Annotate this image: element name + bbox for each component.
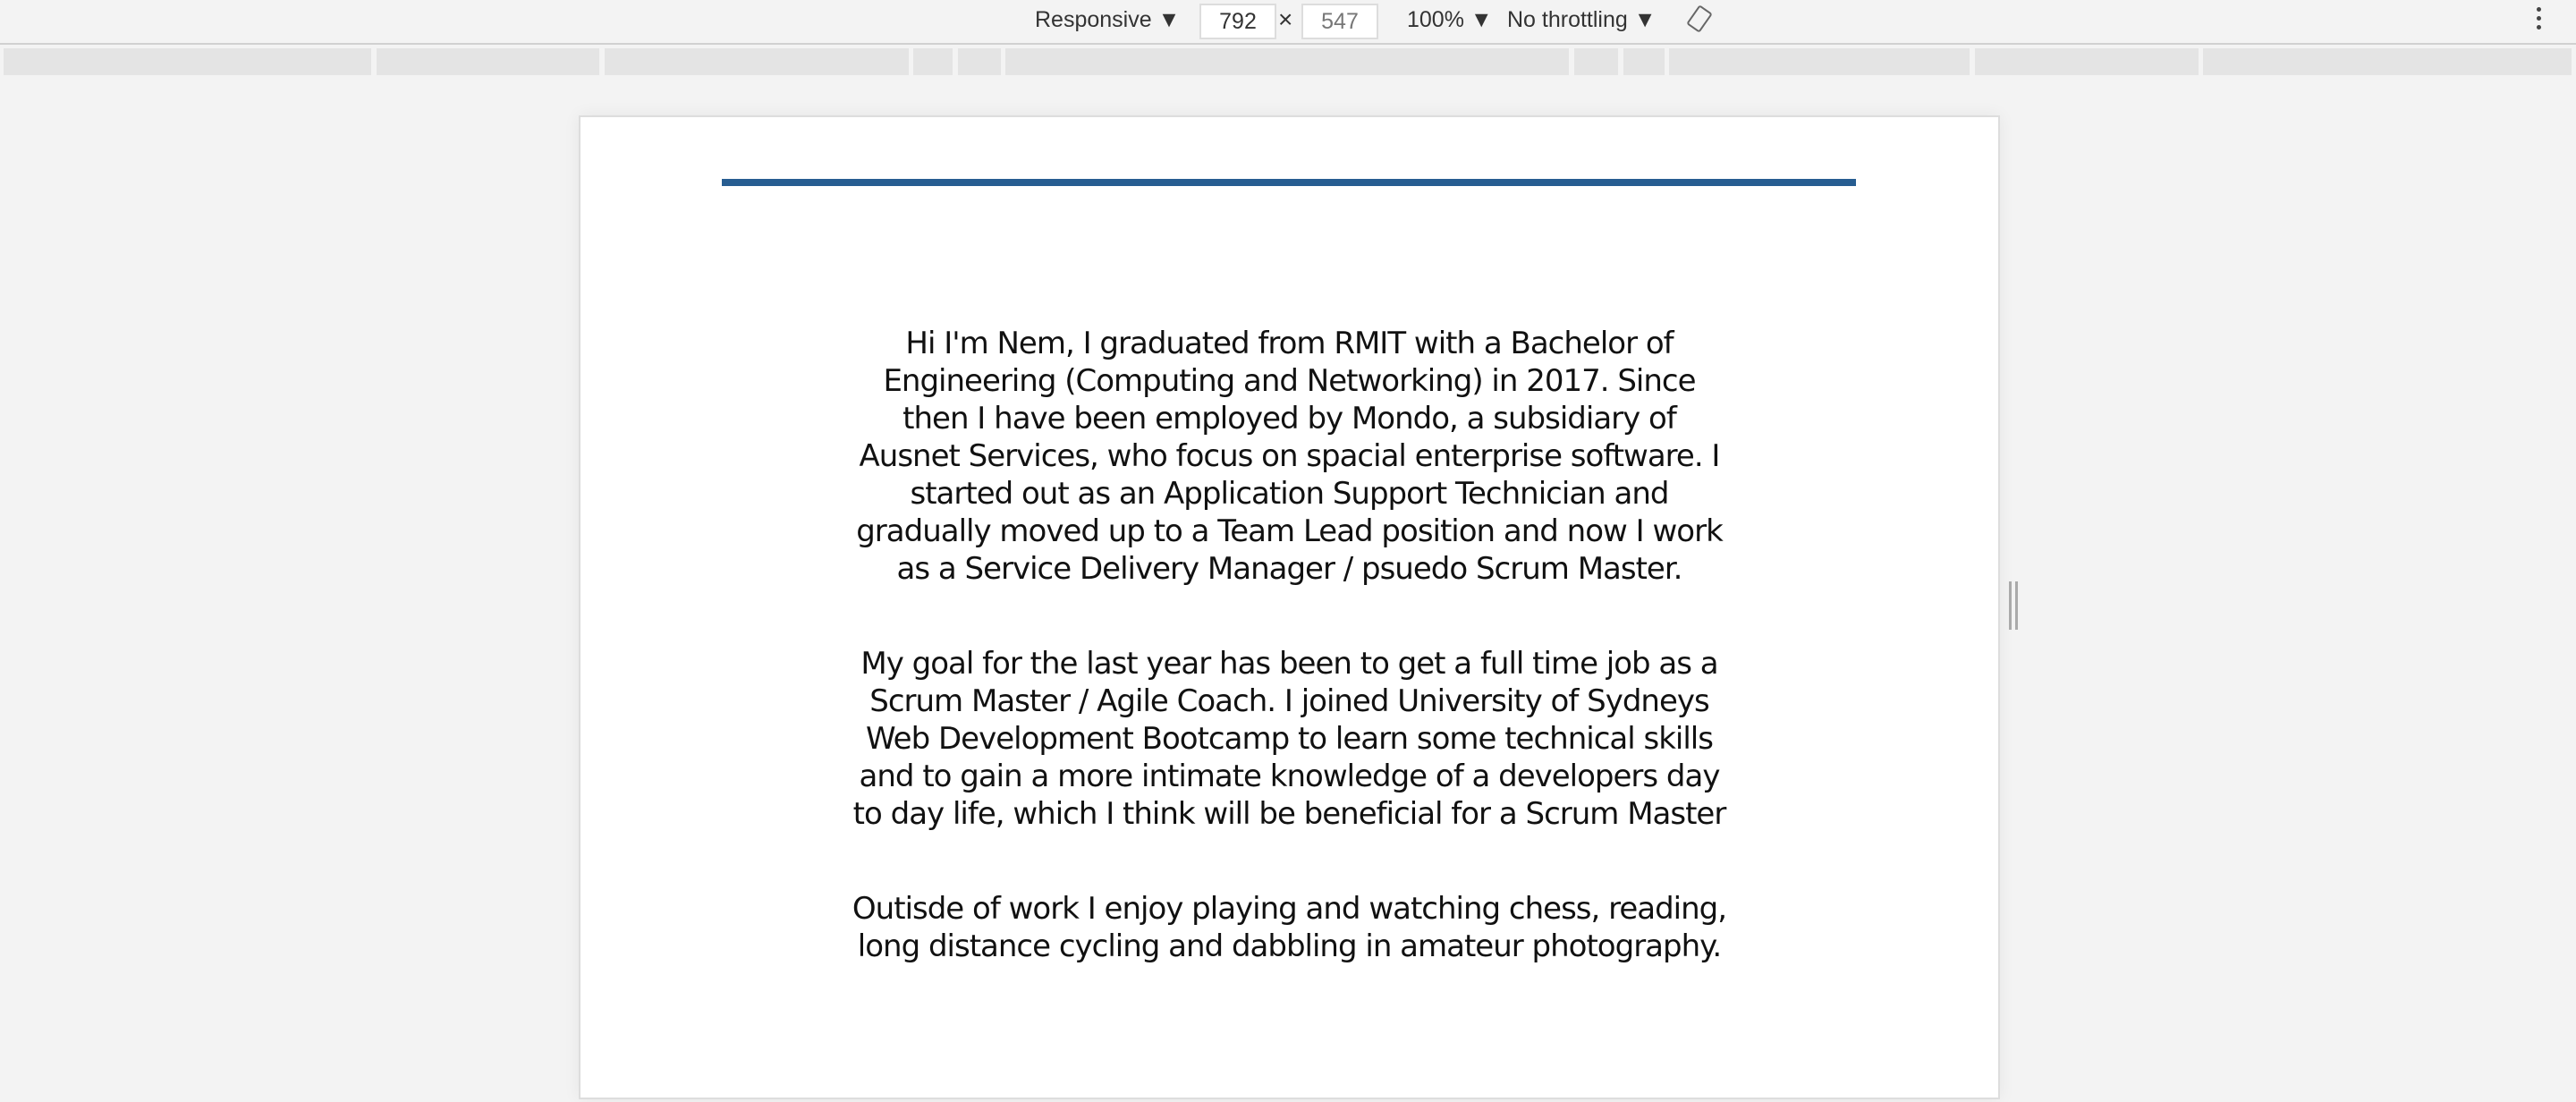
resize-handle[interactable] [2009, 581, 2018, 630]
width-input[interactable]: 792 [1199, 4, 1276, 39]
dimension-separator: × [1278, 5, 1293, 33]
about-section: Hi I'm Nem, I graduated from RMIT with a… [849, 325, 1730, 1022]
ruler-segment[interactable] [1669, 48, 1970, 75]
ruler-segment[interactable] [2203, 48, 2572, 75]
ruler-segment[interactable] [4, 48, 371, 75]
about-paragraph: My goal for the last year has been to ge… [852, 646, 1727, 832]
ruler-segment[interactable] [1975, 48, 2199, 75]
about-paragraph: Outisde of work I enjoy playing and watc… [852, 891, 1727, 964]
more-vertical-icon[interactable] [2537, 7, 2542, 34]
throttling-select[interactable]: No throttling ▼ [1507, 0, 1656, 43]
ruler-segment[interactable] [1005, 48, 1569, 75]
header-divider [722, 179, 1856, 186]
device-select[interactable]: Responsive ▼ [1035, 0, 1180, 43]
ruler-segment[interactable] [377, 48, 599, 75]
height-input[interactable]: 547 [1301, 4, 1378, 39]
device-viewport: Hi I'm Nem, I graduated from RMIT with a… [579, 115, 2000, 1099]
zoom-select[interactable]: 100% ▼ [1407, 0, 1493, 43]
device-toolbar: Responsive ▼ 792 × 547 100% ▼ No throttl… [0, 0, 2576, 45]
about-paragraph: Hi I'm Nem, I graduated from RMIT with a… [856, 326, 1724, 587]
ruler-segment[interactable] [913, 48, 953, 75]
ruler-segment[interactable] [958, 48, 1001, 75]
rotate-icon[interactable] [1687, 5, 1712, 32]
ruler-segment[interactable] [605, 48, 909, 75]
ruler-segment[interactable] [1574, 48, 1618, 75]
ruler-segment[interactable] [1623, 48, 1665, 75]
